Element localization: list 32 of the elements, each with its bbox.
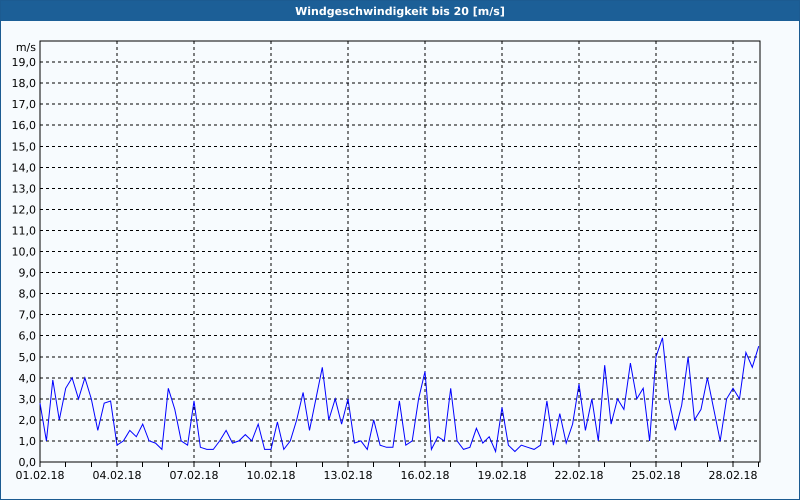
y-tick-label: 10,0	[12, 246, 36, 258]
x-tick-label: 25.02.18	[632, 469, 681, 479]
y-tick-label: 13,0	[12, 182, 36, 196]
y-tick-label: 16,0	[12, 119, 36, 132]
y-tick-label: 2,0	[18, 414, 36, 427]
y-tick-label: 5,0	[18, 350, 36, 364]
x-tick-label: 04.02.18	[92, 469, 142, 479]
y-tick-label: 8,0	[18, 288, 36, 301]
x-tick-label: 13.02.18	[324, 469, 372, 479]
y-tick-label: 18,0	[12, 77, 36, 90]
x-tick-label: 10.02.18	[246, 469, 296, 479]
y-tick-label: 6,0	[18, 330, 36, 343]
x-tick-label: 28.02.18	[708, 469, 758, 479]
y-axis-label: m/s	[16, 41, 36, 54]
y-tick-label: 3,0	[18, 392, 36, 406]
x-tick-label: 07.02.18	[170, 469, 218, 479]
y-tick-label: 1,0	[18, 434, 36, 448]
y-tick-label: 9,0	[18, 266, 36, 280]
y-tick-label: 11,0	[12, 224, 36, 238]
x-tick-label: 01.02.18	[16, 469, 64, 479]
x-tick-label: 19.02.18	[478, 469, 527, 479]
window-title: Windgeschwindigkeit bis 20 [m/s]	[1, 1, 799, 21]
y-tick-label: 7,0	[18, 308, 36, 322]
y-tick-label: 12,0	[12, 203, 36, 216]
y-tick-label: 0,0	[18, 456, 36, 469]
x-tick-label: 16.02.18	[400, 469, 450, 479]
y-tick-label: 15,0	[12, 140, 36, 154]
y-tick-label: 14,0	[12, 161, 36, 174]
y-tick-label: 19,0	[12, 56, 36, 70]
x-tick-label: 22.02.18	[554, 469, 604, 479]
y-tick-label: 4,0	[18, 372, 36, 385]
y-tick-label: 17,0	[12, 98, 36, 112]
